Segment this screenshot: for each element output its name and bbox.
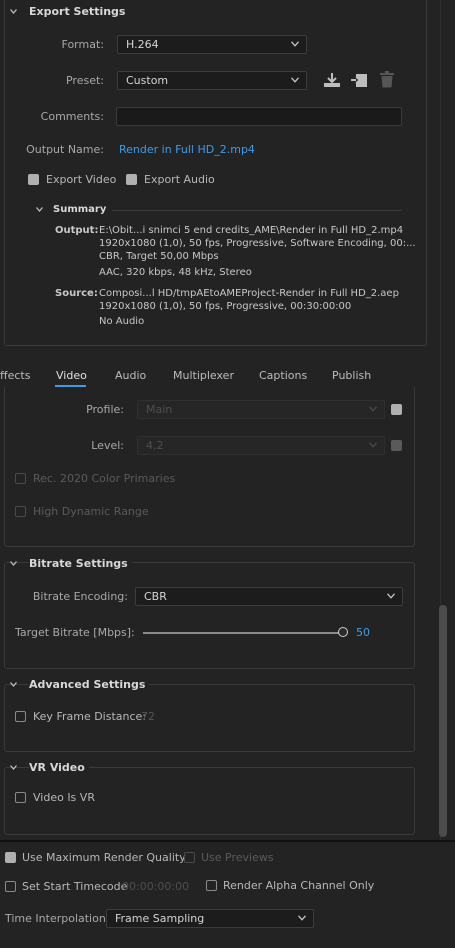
time-interpolation-label: Time Interpolation:	[5, 912, 110, 925]
format-dropdown[interactable]: H.264	[117, 35, 307, 54]
chevron-down-icon[interactable]	[36, 207, 43, 212]
target-bitrate-slider-handle[interactable]	[338, 627, 348, 637]
hdr-label: High Dynamic Range	[33, 505, 149, 518]
format-value: H.264	[126, 38, 159, 51]
summary-title: Summary	[53, 204, 107, 215]
bitrate-encoding-value: CBR	[144, 590, 167, 603]
chevron-down-icon[interactable]	[10, 9, 17, 14]
summary-source-line: No Audio	[99, 316, 145, 327]
keyframe-distance-label[interactable]: Key Frame Distance:	[33, 710, 146, 723]
summary-source-label: Source:	[55, 288, 98, 299]
summary-output-line: E:\Obit...i snimci 5 end credits_AME\Ren…	[99, 225, 404, 236]
profile-checkbox[interactable]	[391, 404, 402, 415]
advanced-title: Advanced Settings	[29, 678, 150, 691]
summary-source-line: 1920x1080 (1,0), 50 fps, Progressive, 00…	[99, 301, 352, 312]
scrollbar-thumb[interactable]	[439, 605, 447, 837]
tab-audio[interactable]: Audio	[115, 369, 146, 382]
alpha-channel-checkbox[interactable]	[206, 880, 217, 891]
time-interpolation-dropdown[interactable]: Frame Sampling	[106, 909, 314, 928]
start-timecode-label[interactable]: Set Start Timecode	[22, 880, 127, 893]
level-dropdown: 4.2	[137, 436, 385, 455]
output-name-label: Output Name:	[26, 143, 104, 156]
start-timecode-value: 00:00:00:00	[122, 880, 190, 893]
max-render-quality-label[interactable]: Use Maximum Render Quality	[22, 851, 186, 864]
export-audio-checkbox[interactable]	[126, 174, 137, 185]
export-video-label[interactable]: Export Video	[46, 173, 116, 186]
max-render-quality-checkbox[interactable]	[5, 852, 16, 863]
output-name-link[interactable]: Render in Full HD_2.mp4	[119, 143, 255, 156]
bitrate-encoding-dropdown[interactable]: CBR	[135, 587, 403, 606]
video-is-vr-checkbox[interactable]	[15, 792, 26, 803]
format-label: Format:	[61, 38, 104, 51]
summary-output-label: Output:	[55, 225, 99, 236]
tab-video[interactable]: Video	[56, 369, 87, 382]
level-value: 4.2	[146, 439, 164, 452]
save-preset-icon[interactable]	[323, 72, 341, 88]
chevron-down-icon	[369, 442, 377, 448]
chevron-down-icon	[387, 593, 395, 599]
preset-value: Custom	[126, 74, 169, 87]
use-previews-label: Use Previews	[201, 851, 274, 864]
video-is-vr-label[interactable]: Video Is VR	[33, 791, 95, 804]
vr-title: VR Video	[29, 761, 89, 774]
profile-value: Main	[146, 403, 173, 416]
tab-captions[interactable]: Captions	[259, 369, 307, 382]
bitrate-title: Bitrate Settings	[29, 557, 132, 570]
rec2020-label: Rec. 2020 Color Primaries	[33, 472, 176, 485]
chevron-down-icon	[369, 406, 377, 412]
chevron-down-icon[interactable]	[10, 765, 17, 770]
target-bitrate-slider-fill	[143, 632, 343, 634]
tab-multiplexer[interactable]: Multiplexer	[173, 369, 234, 382]
comments-input[interactable]	[116, 107, 402, 126]
bitrate-encoding-label: Bitrate Encoding:	[32, 590, 128, 603]
summary-output-line: 1920x1080 (1,0), 50 fps, Progressive, So…	[99, 238, 416, 249]
chevron-down-icon	[291, 41, 299, 47]
keyframe-distance-value: 72	[141, 710, 155, 723]
chevron-down-icon	[298, 915, 306, 921]
export-settings-title: Export Settings	[29, 5, 126, 18]
preset-label: Preset:	[65, 74, 104, 87]
alpha-channel-label[interactable]: Render Alpha Channel Only	[223, 879, 374, 892]
tab-publish[interactable]: Publish	[332, 369, 371, 382]
summary-output-line: AAC, 320 kbps, 48 kHz, Stereo	[99, 267, 252, 278]
bitrate-panel	[4, 562, 415, 669]
level-checkbox	[391, 440, 402, 451]
target-bitrate-label: Target Bitrate [Mbps]:	[15, 626, 135, 639]
export-audio-label[interactable]: Export Audio	[144, 173, 215, 186]
level-label: Level:	[91, 439, 124, 452]
chevron-down-icon[interactable]	[10, 682, 17, 687]
keyframe-distance-checkbox[interactable]	[15, 711, 26, 722]
bottom-separator	[0, 840, 455, 842]
import-preset-icon[interactable]	[350, 72, 368, 88]
profile-label: Profile:	[86, 403, 124, 416]
rec2020-checkbox	[15, 473, 26, 484]
export-video-checkbox[interactable]	[28, 174, 39, 185]
preset-dropdown[interactable]: Custom	[117, 71, 307, 90]
profile-dropdown: Main	[137, 400, 385, 419]
start-timecode-checkbox[interactable]	[5, 881, 16, 892]
trash-icon[interactable]	[379, 71, 395, 88]
target-bitrate-slider-track[interactable]	[143, 627, 348, 637]
chevron-down-icon[interactable]	[10, 561, 17, 566]
use-previews-checkbox	[184, 852, 195, 863]
hdr-checkbox	[15, 506, 26, 517]
target-bitrate-value[interactable]: 50	[356, 626, 370, 639]
summary-output-line: CBR, Target 50,00 Mbps	[99, 251, 219, 262]
tab-effects[interactable]: ffects	[0, 369, 30, 382]
chevron-down-icon	[291, 77, 299, 83]
comments-label: Comments:	[40, 110, 104, 123]
summary-source-line: Composi...l HD/tmpAEtoAMEProject-Render …	[99, 288, 399, 299]
time-interpolation-value: Frame Sampling	[115, 912, 205, 925]
summary-divider	[112, 210, 402, 211]
